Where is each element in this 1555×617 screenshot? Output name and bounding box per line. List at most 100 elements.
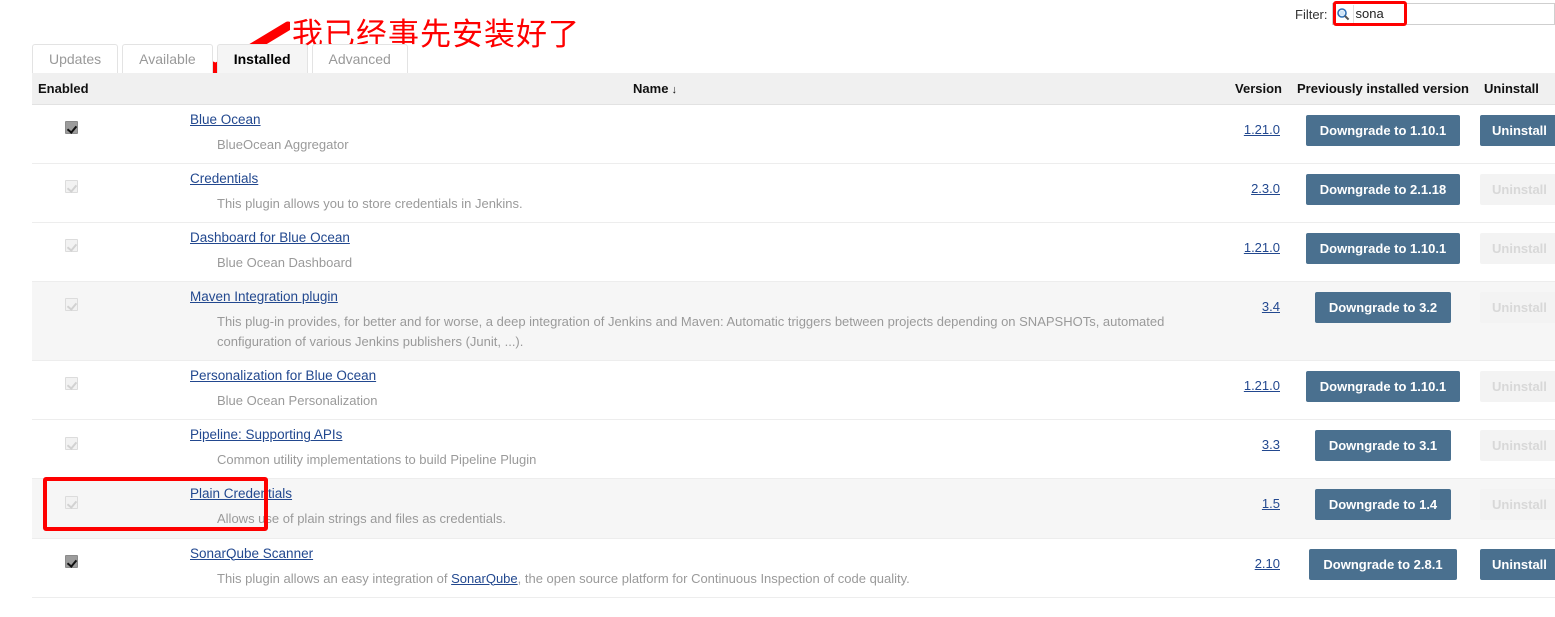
plugin-name-link[interactable]: Dashboard for Blue Ocean	[190, 230, 350, 245]
downgrade-button[interactable]: Downgrade to 2.8.1	[1309, 548, 1457, 580]
plugin-version-cell: 3.3	[1200, 420, 1288, 479]
search-input[interactable]: sona	[1331, 3, 1555, 25]
plugin-name-cell: Maven Integration plugin This plug-in pro…	[110, 281, 1200, 360]
uninstall-cell: Uninstall	[1478, 222, 1555, 281]
table-row: SonarQube Scanner This plugin allows an e…	[32, 538, 1555, 598]
plugin-name-link[interactable]: Maven Integration plugin	[190, 289, 338, 304]
plugin-version-link[interactable]: 1.21.0	[1244, 378, 1280, 393]
downgrade-button[interactable]: Downgrade to 1.4	[1314, 489, 1452, 521]
tab-installed[interactable]: Installed	[216, 44, 308, 73]
plugin-description: Blue Ocean Personalization	[217, 393, 378, 409]
plugin-name-cell: Pipeline: Supporting APIs Common utility …	[110, 420, 1200, 479]
downgrade-button[interactable]: Downgrade to 1.10.1	[1305, 114, 1461, 146]
plugin-name-cell: Blue Ocean BlueOcean Aggregator	[110, 104, 1200, 163]
enabled-checkbox[interactable]	[64, 298, 78, 312]
uninstall-button: Uninstall	[1480, 489, 1555, 521]
plugin-name-cell: Dashboard for Blue Ocean Blue Ocean Dashb…	[110, 222, 1200, 281]
uninstall-button: Uninstall	[1480, 232, 1555, 264]
plugin-version-link[interactable]: 1.5	[1262, 496, 1280, 511]
column-header-name[interactable]: Name ↓	[110, 73, 1200, 105]
plugin-description: Common utility implementations to build …	[217, 452, 537, 468]
enabled-checkbox[interactable]	[64, 554, 78, 568]
plugin-name-link[interactable]: SonarQube Scanner	[190, 546, 313, 561]
downgrade-button[interactable]: Downgrade to 3.1	[1314, 430, 1452, 462]
plugin-description-text: This plugin allows an easy integration o…	[217, 570, 452, 586]
previously-installed-cell: Downgrade to 2.8.1	[1288, 538, 1478, 597]
enabled-checkbox[interactable]	[64, 495, 78, 509]
plugin-version-link[interactable]: 3.3	[1262, 437, 1280, 452]
uninstall-button[interactable]: Uninstall	[1480, 114, 1555, 146]
plugin-enabled-cell	[32, 104, 110, 163]
table-row: Dashboard for Blue Ocean Blue Ocean Dashb…	[32, 222, 1555, 282]
plugin-name-link[interactable]: Pipeline: Supporting APIs	[190, 427, 342, 442]
downgrade-button[interactable]: Downgrade to 2.1.18	[1305, 173, 1461, 205]
table-row: Maven Integration plugin This plug-in pro…	[32, 281, 1555, 361]
enabled-checkbox[interactable]	[64, 179, 78, 193]
plugin-description: Allows use of plain strings and files as…	[217, 511, 507, 527]
plugin-version-cell: 2.10	[1200, 538, 1288, 597]
uninstall-button[interactable]: Uninstall	[1480, 548, 1555, 580]
table-row: Plain Credentials Allows use of plain str…	[32, 478, 1555, 539]
plugin-enabled-cell	[32, 281, 110, 360]
enabled-checkbox[interactable]	[64, 436, 78, 450]
tab-updates[interactable]: Updates	[32, 44, 119, 73]
column-header-version[interactable]: Version	[1200, 73, 1288, 105]
plugin-name-link[interactable]: Credentials	[190, 171, 258, 186]
column-header-uninstall[interactable]: Uninstall	[1478, 73, 1555, 105]
table-header-row: Enabled Name ↓ Version Previously install…	[32, 73, 1555, 105]
enabled-checkbox[interactable]	[64, 377, 78, 391]
previously-installed-cell: Downgrade to 1.10.1	[1288, 104, 1478, 163]
uninstall-cell: Uninstall	[1478, 361, 1555, 420]
downgrade-button[interactable]: Downgrade to 1.10.1	[1305, 232, 1461, 264]
plugin-version-cell: 1.21.0	[1200, 361, 1288, 420]
uninstall-cell: Uninstall	[1478, 479, 1555, 538]
uninstall-button: Uninstall	[1480, 371, 1555, 403]
plugin-description-link[interactable]: SonarQube	[451, 571, 518, 586]
plugin-name-link[interactable]: Plain Credentials	[190, 486, 292, 501]
column-header-enabled[interactable]: Enabled	[32, 73, 110, 105]
search-input-value: sona	[1355, 6, 1384, 21]
plugin-version-cell: 1.21.0	[1200, 222, 1288, 281]
previously-installed-cell: Downgrade to 1.4	[1288, 479, 1478, 538]
uninstall-cell: Uninstall	[1478, 104, 1555, 163]
uninstall-cell: Uninstall	[1478, 163, 1555, 222]
plugin-version-link[interactable]: 1.21.0	[1244, 240, 1280, 255]
plugin-description: Blue Ocean Dashboard	[217, 254, 353, 270]
plugin-enabled-cell	[32, 538, 110, 597]
plugin-name-cell: Personalization for Blue Ocean Blue Ocean…	[110, 361, 1200, 420]
uninstall-cell: Uninstall	[1478, 538, 1555, 597]
downgrade-button[interactable]: Downgrade to 3.2	[1314, 291, 1452, 323]
filter-bar: Filter: sona	[1295, 0, 1555, 28]
plugin-version-link[interactable]: 3.4	[1262, 299, 1280, 314]
plugin-version-cell: 1.21.0	[1200, 104, 1288, 163]
plugin-version-link[interactable]: 2.3.0	[1251, 181, 1280, 196]
plugin-version-cell: 3.4	[1200, 281, 1288, 360]
plugin-name-link[interactable]: Blue Ocean	[190, 112, 261, 127]
tab-advanced[interactable]: Advanced	[311, 44, 408, 73]
plugin-enabled-cell	[32, 361, 110, 420]
previously-installed-cell: Downgrade to 2.1.18	[1288, 163, 1478, 222]
column-header-previously-installed[interactable]: Previously installed version	[1288, 73, 1478, 105]
table-row: Personalization for Blue Ocean Blue Ocean…	[32, 360, 1555, 420]
installed-plugins-table: Enabled Name ↓ Version Previously install…	[32, 73, 1555, 598]
previously-installed-cell: Downgrade to 3.2	[1288, 281, 1478, 360]
plugin-description: This plugin allows an easy integration o…	[190, 569, 1192, 589]
plugin-version-link[interactable]: 1.21.0	[1244, 122, 1280, 137]
uninstall-button: Uninstall	[1480, 291, 1555, 323]
plugin-version-link[interactable]: 2.10	[1255, 556, 1280, 571]
plugin-enabled-cell	[32, 479, 110, 538]
plugin-enabled-cell	[32, 420, 110, 479]
uninstall-cell: Uninstall	[1478, 420, 1555, 479]
previously-installed-cell: Downgrade to 3.1	[1288, 420, 1478, 479]
enabled-checkbox[interactable]	[64, 120, 78, 134]
table-header: Enabled Name ↓ Version Previously install…	[32, 73, 1555, 105]
uninstall-button: Uninstall	[1480, 430, 1555, 462]
enabled-checkbox[interactable]	[64, 239, 78, 253]
uninstall-button: Uninstall	[1480, 173, 1555, 205]
downgrade-button[interactable]: Downgrade to 1.10.1	[1305, 371, 1461, 403]
plugin-description-text-tail: , the open source platform for Continuou…	[517, 570, 910, 586]
tab-available[interactable]: Available	[122, 44, 213, 73]
previously-installed-cell: Downgrade to 1.10.1	[1288, 222, 1478, 281]
plugin-name-link[interactable]: Personalization for Blue Ocean	[190, 368, 376, 383]
plugin-version-cell: 1.5	[1200, 479, 1288, 538]
